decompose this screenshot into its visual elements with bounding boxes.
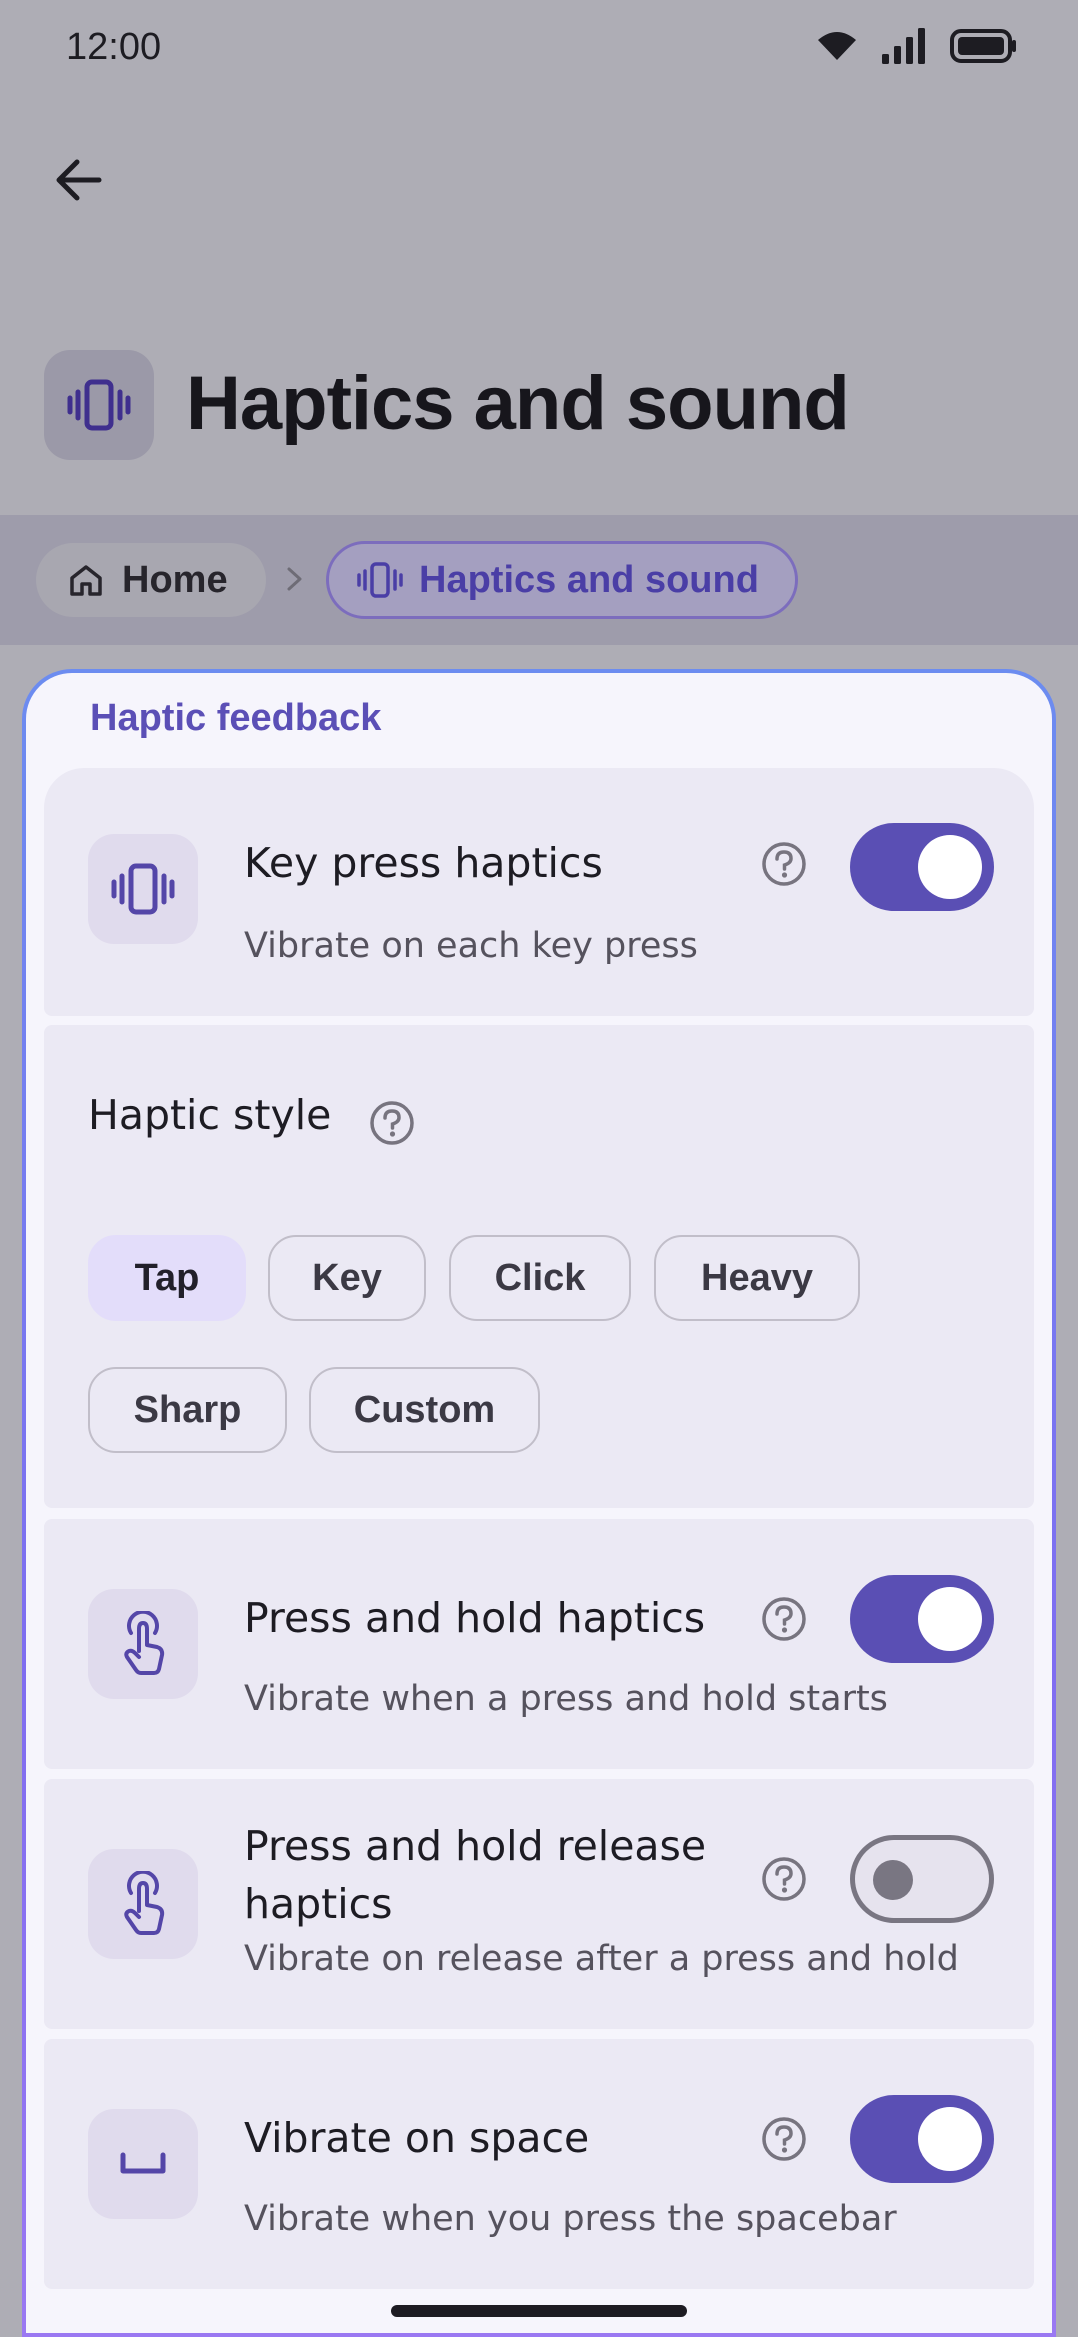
battery-icon <box>950 29 1016 63</box>
help-icon[interactable] <box>760 840 808 888</box>
help-icon[interactable] <box>760 1855 808 1903</box>
status-time: 12:00 <box>66 26 162 68</box>
key-press-haptics-toggle[interactable] <box>850 823 994 911</box>
row-subtitle: Vibrate when a press and hold starts <box>244 1679 888 1719</box>
status-icons <box>816 28 1018 64</box>
row-subtitle: Vibrate on each key press <box>244 926 698 966</box>
breadcrumb-current[interactable]: Haptics and sound <box>326 541 798 619</box>
home-icon <box>70 565 102 596</box>
style-chip-tap[interactable]: Tap <box>88 1235 246 1321</box>
setting-row-key-press-haptics[interactable]: Key press haptics Vibrate on each key pr… <box>44 768 1034 1016</box>
toggle-knob <box>918 1587 982 1651</box>
help-icon[interactable] <box>368 1099 416 1147</box>
home-indicator[interactable] <box>391 2305 687 2317</box>
row-icon-tile <box>88 1849 198 1959</box>
row-title: Press and hold release haptics <box>244 1822 707 1928</box>
row-icon-tile <box>88 834 198 944</box>
setting-row-press-and-hold-release-haptics[interactable]: Press and hold release haptics Vibrate o… <box>44 1779 1034 2029</box>
touch-hand-icon <box>124 1871 165 1935</box>
breadcrumb-home-label: Home <box>122 558 228 601</box>
breadcrumb-current-label: Haptics and sound <box>419 558 759 601</box>
row-icon-tile <box>88 2109 198 2219</box>
signal-icon <box>882 28 925 64</box>
style-chip-custom[interactable]: Custom <box>309 1367 540 1453</box>
toggle-knob <box>873 1860 913 1900</box>
touch-hand-icon <box>124 1611 165 1675</box>
press-and-hold-release-haptics-toggle[interactable] <box>850 1835 994 1923</box>
chevron-right-icon <box>287 567 302 591</box>
back-button[interactable] <box>46 148 110 212</box>
toggle-knob <box>918 2107 982 2171</box>
vibration-icon <box>67 379 131 431</box>
press-and-hold-haptics-toggle[interactable] <box>850 1575 994 1663</box>
setting-row-vibrate-on-space[interactable]: Vibrate on space Vibrate when you press … <box>44 2039 1034 2289</box>
section-title: Haptic feedback <box>90 697 382 739</box>
row-title: Press and hold haptics <box>244 1594 706 1642</box>
toggle-knob <box>918 835 982 899</box>
page-title: Haptics and sound <box>186 361 850 446</box>
row-subtitle: Vibrate when you press the spacebar <box>244 2199 897 2239</box>
style-chip-heavy[interactable]: Heavy <box>654 1235 860 1321</box>
style-chip-key[interactable]: Key <box>268 1235 426 1321</box>
row-title: Key press haptics <box>244 839 603 887</box>
breadcrumb-home[interactable]: Home <box>36 543 266 617</box>
arrow-left-icon <box>56 159 102 201</box>
help-icon[interactable] <box>760 2115 808 2163</box>
vibration-icon <box>111 863 175 915</box>
style-chip-click[interactable]: Click <box>449 1235 631 1321</box>
row-icon-tile <box>88 1589 198 1699</box>
header-icon-tile <box>44 350 154 460</box>
vibrate-on-space-toggle[interactable] <box>850 2095 994 2183</box>
setting-row-press-and-hold-haptics[interactable]: Press and hold haptics Vibrate when a pr… <box>44 1519 1034 1769</box>
wifi-icon <box>818 32 856 60</box>
status-bar: 12:00 <box>0 0 1078 96</box>
row-title: Vibrate on space <box>244 2114 590 2162</box>
vibration-icon <box>357 562 403 598</box>
settings-sheet: Haptic feedback Key press haptics Vibrat… <box>22 669 1056 2337</box>
haptic-style-label: Haptic style <box>88 1091 332 1139</box>
style-chip-sharp[interactable]: Sharp <box>88 1367 287 1453</box>
haptic-style-card: Haptic style Tap Key Click Heavy Sharp C… <box>44 1025 1034 1508</box>
spacebar-icon <box>120 2152 166 2174</box>
help-icon[interactable] <box>760 1595 808 1643</box>
row-subtitle: Vibrate on release after a press and hol… <box>244 1939 959 1979</box>
